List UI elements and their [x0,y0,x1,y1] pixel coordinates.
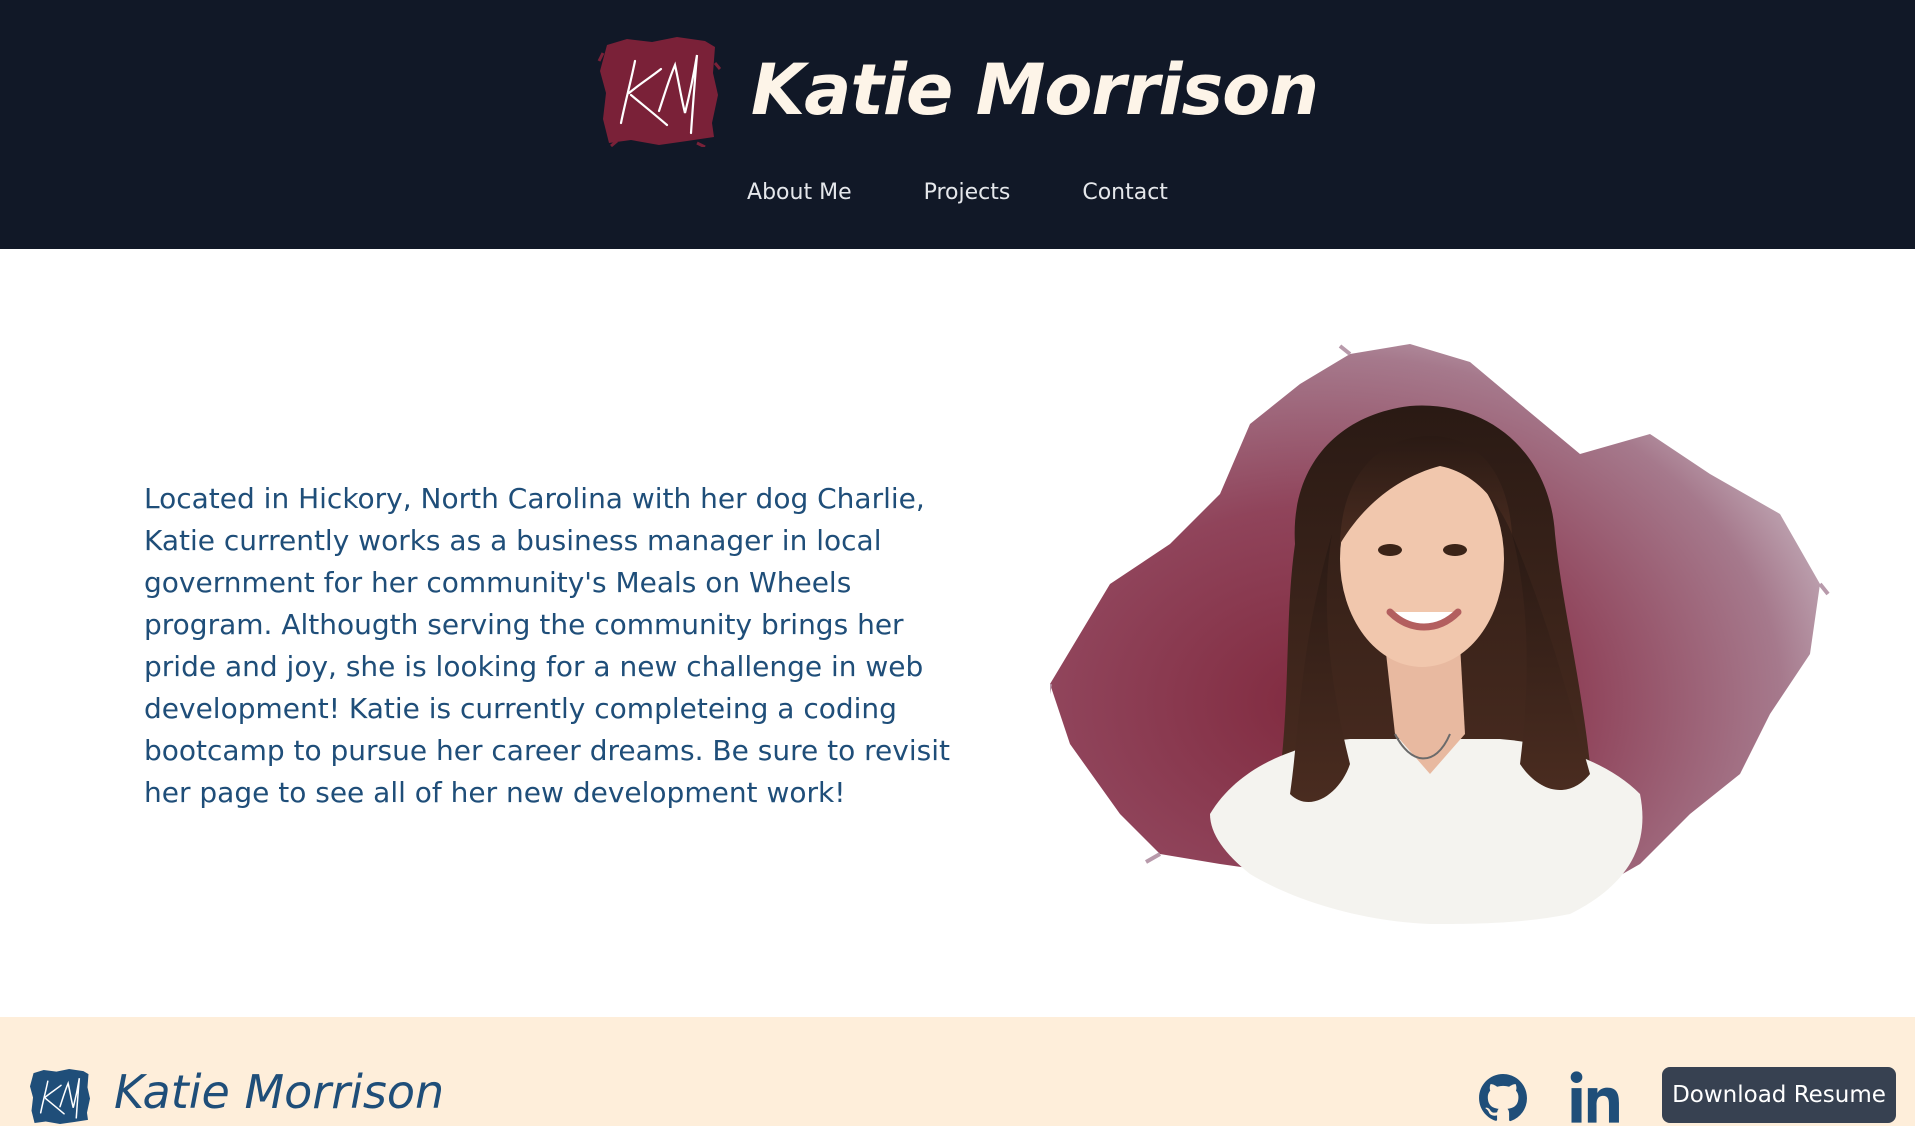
site-header: Katie Morrison About Me Projects Contact [0,0,1915,249]
github-icon[interactable] [1478,1073,1528,1123]
footer-km-logo[interactable] [28,1067,92,1125]
linkedin-icon[interactable] [1568,1069,1624,1125]
brand: Katie Morrison [0,30,1915,150]
footer-km-logo-graphic [29,1069,91,1124]
site-footer: Katie Morrison Download Resume [0,1017,1915,1126]
download-resume-button[interactable]: Download Resume [1662,1067,1896,1123]
site-title: Katie Morrison [750,49,1319,131]
km-logo[interactable] [597,33,721,147]
profile-photo [1050,344,1830,924]
nav-projects[interactable]: Projects [924,180,1011,205]
profile-photo-graphic [1050,344,1830,924]
footer-site-title: Katie Morrison [114,1065,445,1119]
main-nav: About Me Projects Contact [0,180,1915,205]
km-logo-graphic [597,37,721,147]
nav-about-me[interactable]: About Me [747,180,852,205]
about-section: Located in Hickory, North Carolina with … [0,249,1915,1017]
nav-contact[interactable]: Contact [1082,180,1168,205]
about-paragraph: Located in Hickory, North Carolina with … [144,482,950,809]
